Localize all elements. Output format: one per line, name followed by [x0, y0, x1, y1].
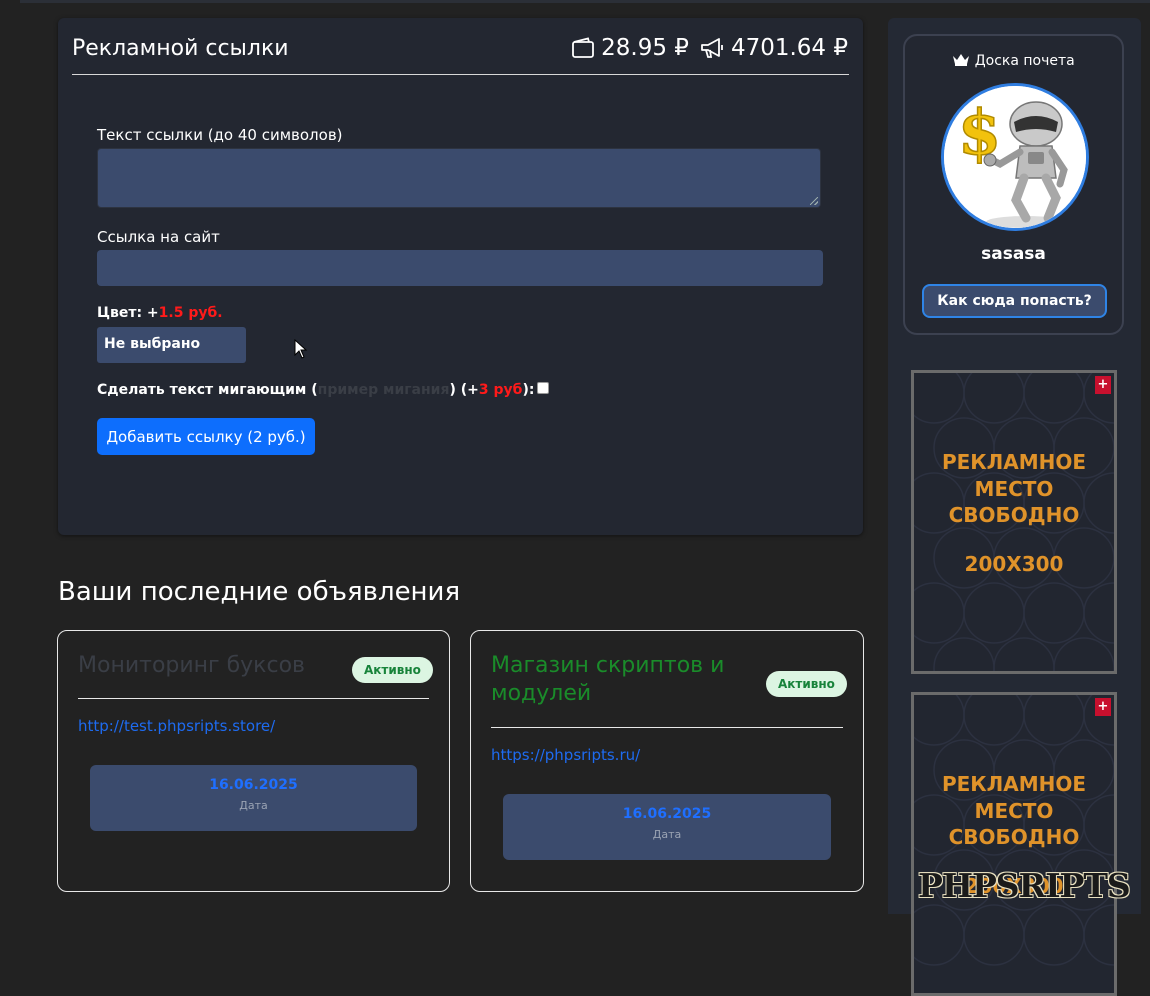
page-title: Рекламной ссылки	[72, 36, 289, 61]
avatar[interactable]: $	[941, 83, 1089, 231]
blink-label-start: Сделать текст мигающим (	[97, 382, 318, 398]
balance-main: 28.95 ₽	[601, 35, 689, 61]
section-title-recent-ads: Ваши последние объявления	[58, 577, 461, 607]
sidebar: Доска почета $ sasasa Как сюда попасть? …	[888, 18, 1141, 996]
ad-card: Магазин скриптов и модулей Активно https…	[470, 630, 864, 892]
ad-date-label: Дата	[239, 799, 268, 812]
add-link-button[interactable]: Добавить ссылку (2 руб.)	[97, 418, 315, 455]
blink-checkbox[interactable]	[537, 382, 550, 394]
top-divider	[20, 0, 1150, 3]
ad-date-label: Дата	[652, 828, 682, 841]
honor-board-title-text: Доска почета	[974, 53, 1075, 69]
resize-handle[interactable]	[810, 197, 818, 205]
crown-icon	[952, 53, 974, 69]
banner-line: МЕСТО	[974, 799, 1054, 823]
ad-divider	[78, 698, 429, 699]
wallet-icon	[571, 37, 595, 59]
ad-date-box: 16.06.2025 Дата	[503, 794, 831, 860]
honor-board: Доска почета $ sasasa Как сюда попасть?	[903, 34, 1124, 335]
honor-board-title: Доска почета	[905, 53, 1122, 69]
ad-title: Мониторинг буксов	[78, 653, 305, 678]
banner-line: МЕСТО	[974, 477, 1054, 501]
ad-card: Мониторинг буксов Активно http://test.ph…	[57, 630, 450, 892]
watermark-logo: PHPSRIPTS	[918, 866, 1131, 905]
ad-date: 16.06.2025	[622, 806, 712, 822]
blink-example-link[interactable]: пример мигания	[318, 382, 450, 398]
link-text-label: Текст ссылки (до 40 символов)	[97, 126, 343, 144]
status-badge: Активно	[766, 671, 847, 697]
megaphone-icon	[699, 37, 725, 59]
honor-username[interactable]: sasasa	[905, 244, 1122, 264]
site-url-input[interactable]	[97, 250, 823, 286]
site-url-label: Ссылка на сайт	[97, 228, 220, 246]
title-divider	[72, 74, 849, 75]
ad-banner-slot[interactable]: + РЕКЛАМНОЕ МЕСТО СВОБОДНО 200X300	[911, 370, 1117, 674]
banner-add-icon[interactable]: +	[1095, 376, 1111, 394]
status-badge: Активно	[352, 657, 433, 683]
balance-bar: 28.95 ₽ 4701.64 ₽	[571, 35, 848, 61]
ad-date-box: 16.06.2025 Дата	[90, 765, 417, 831]
mouse-cursor-icon	[294, 338, 308, 363]
color-select[interactable]: Не выбрано	[97, 327, 246, 363]
blink-price: 3 руб	[478, 382, 523, 398]
blink-label-mid: ) (+	[449, 382, 479, 398]
color-label-text: Цвет: +	[97, 305, 159, 321]
banner-add-icon[interactable]: +	[1095, 698, 1111, 716]
link-text-textarea[interactable]	[97, 148, 821, 208]
ad-link-form-card: Рекламной ссылки 28.95 ₽ 4701.64 ₽ Текст…	[58, 18, 863, 535]
color-label: Цвет: +1.5 руб.	[97, 305, 223, 321]
ad-date: 16.06.2025	[209, 777, 298, 793]
ad-divider	[491, 727, 843, 728]
ad-title: Магазин скриптов и модулей	[491, 653, 725, 706]
ad-url-link[interactable]: http://test.phpsripts.store/	[78, 717, 275, 735]
balance-ads: 4701.64 ₽	[730, 35, 848, 61]
blink-option: Сделать текст мигающим (пример мигания) …	[97, 382, 550, 398]
banner-line: СВОБОДНО	[948, 503, 1080, 527]
banner-line: РЕКЛАМНОЕ	[941, 450, 1087, 474]
banner-line: РЕКЛАМНОЕ	[941, 772, 1087, 796]
ad-banner-slot[interactable]: + РЕКЛАМНОЕ МЕСТО СВОБОДНО 200X300	[911, 692, 1117, 996]
blink-label-end: ):	[522, 382, 535, 398]
banner-line: СВОБОДНО	[948, 825, 1080, 849]
banner-size: 200X300	[964, 552, 1064, 576]
how-to-get-here-button[interactable]: Как сюда попасть?	[922, 284, 1107, 318]
color-price: 1.5 руб.	[158, 305, 223, 321]
ad-url-link[interactable]: https://phpsripts.ru/	[491, 746, 640, 764]
color-select-value: Не выбрано	[104, 336, 201, 352]
